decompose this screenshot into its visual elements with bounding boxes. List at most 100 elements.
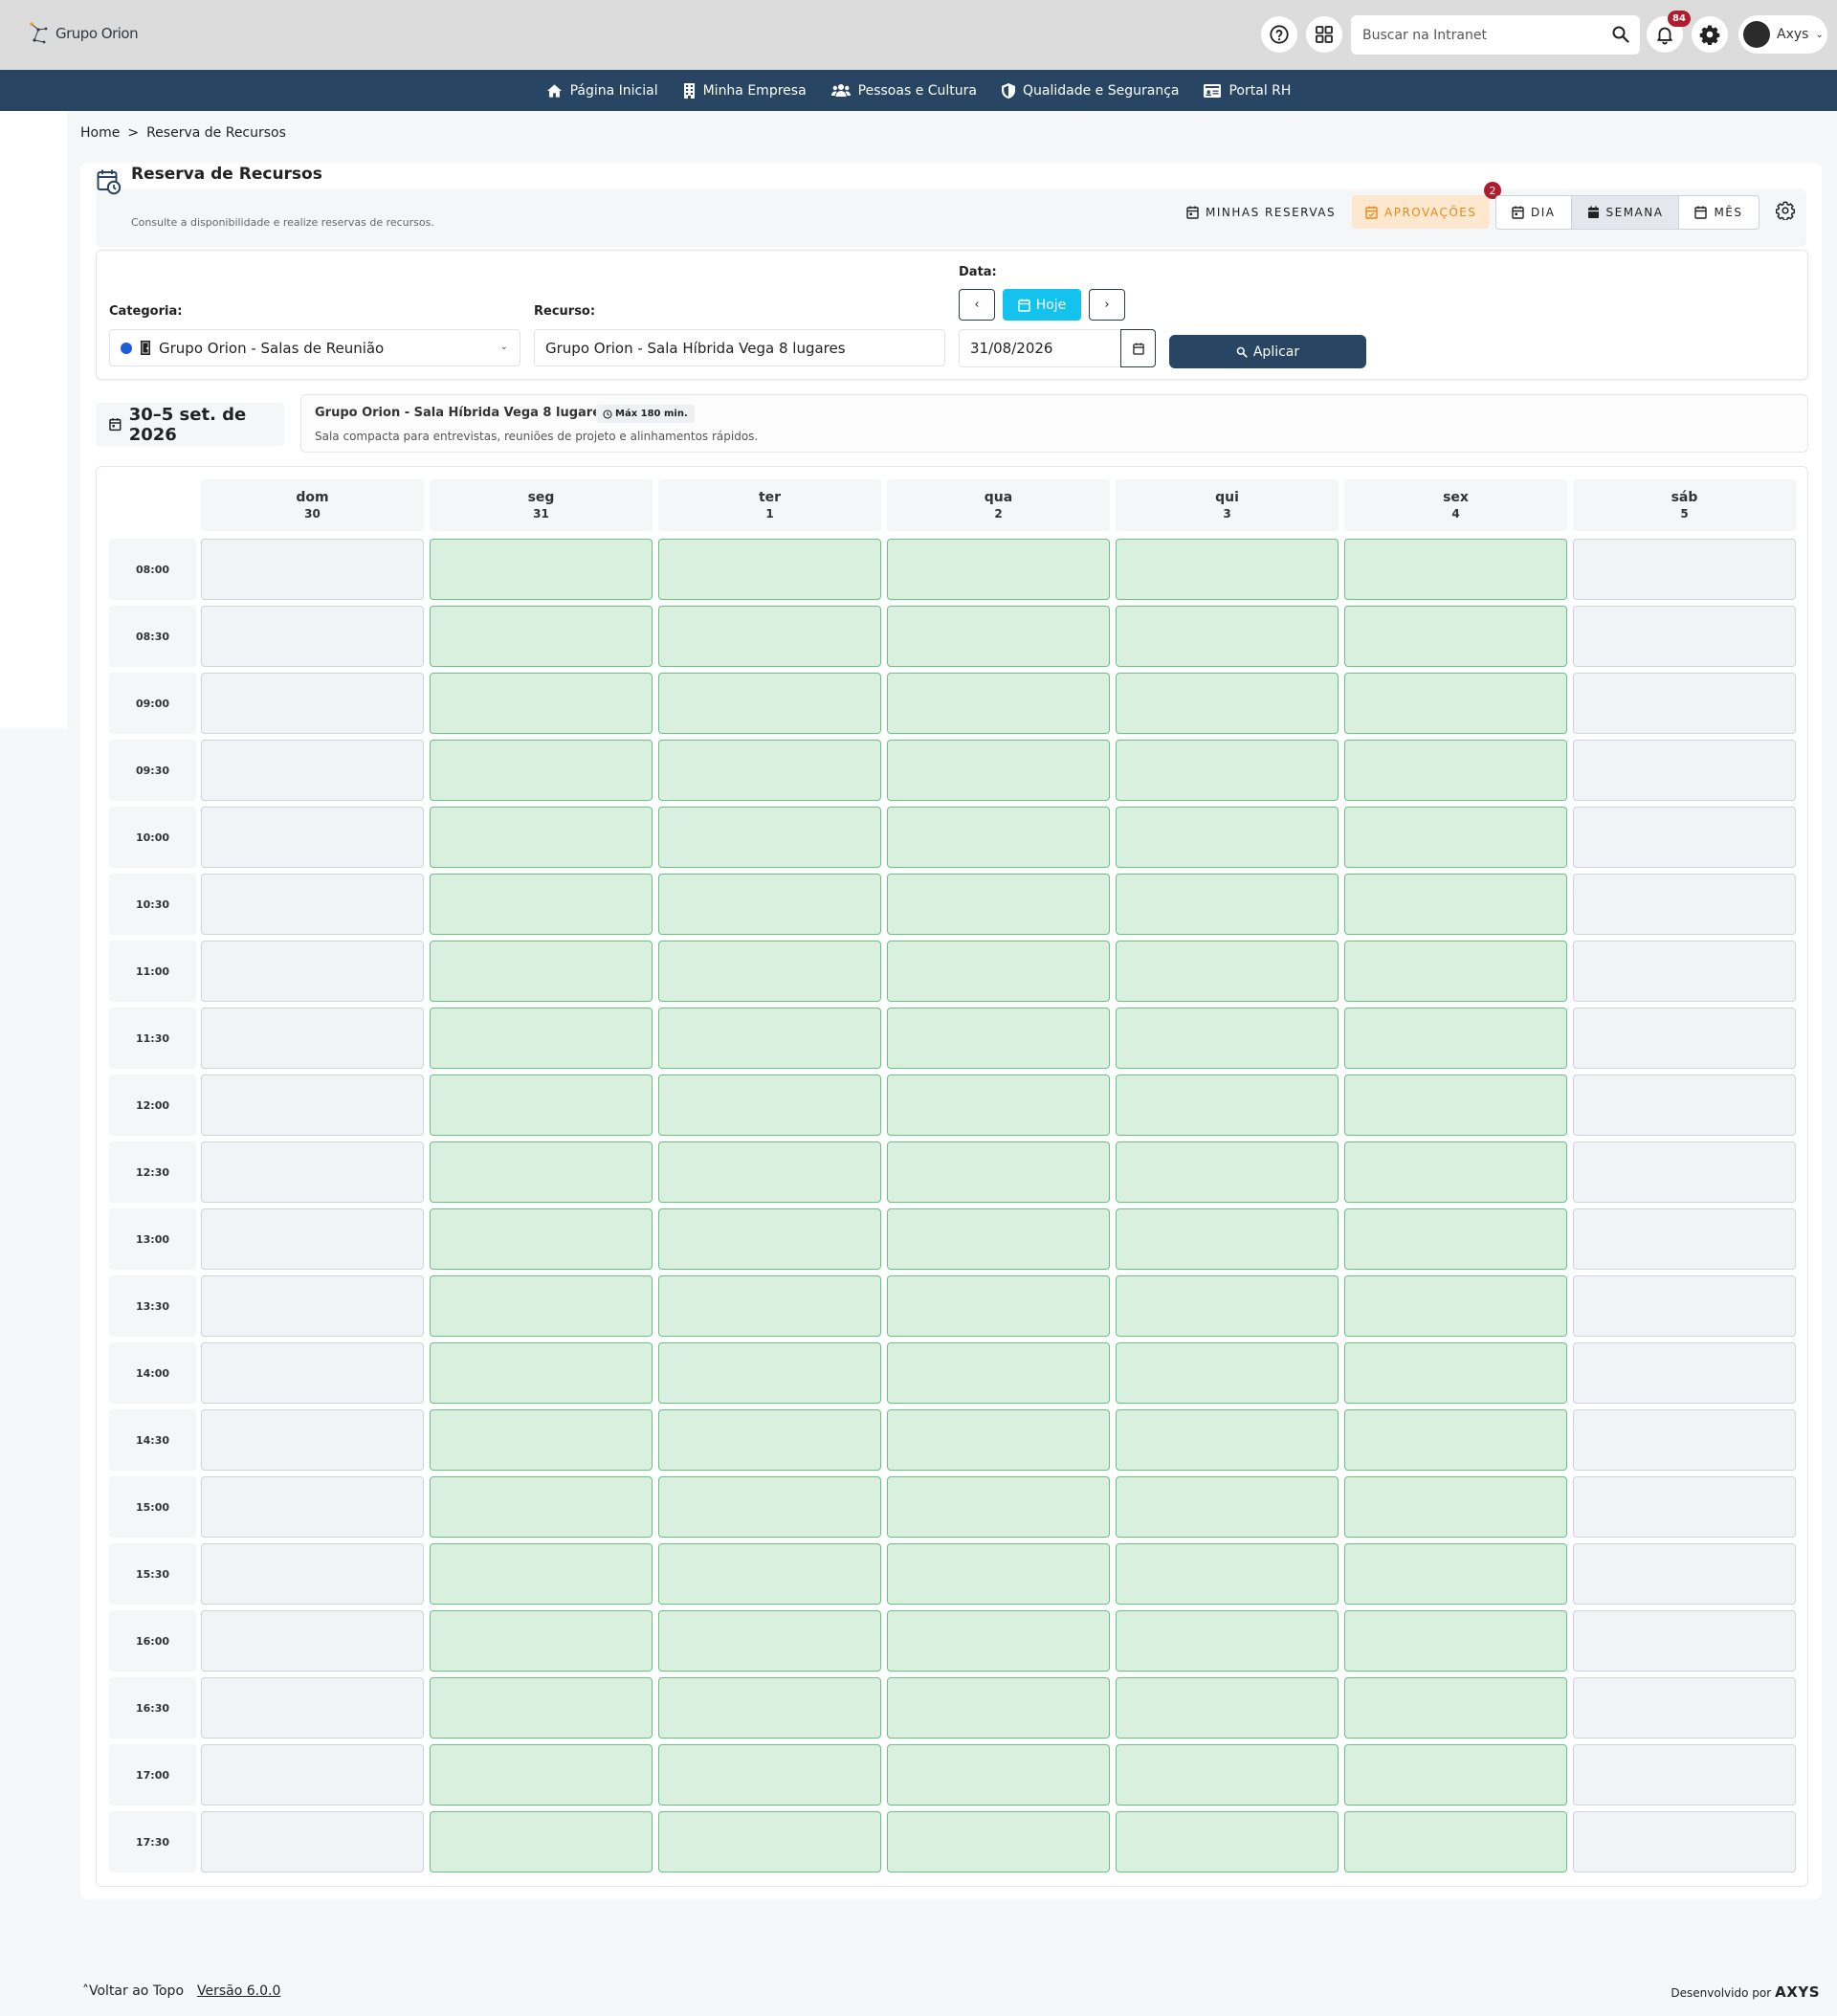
resource-select[interactable]: Grupo Orion - Sala Híbrida Vega 8 lugare… (534, 329, 945, 366)
time-slot-available[interactable] (887, 1342, 1110, 1404)
time-slot-available[interactable] (1344, 1543, 1567, 1605)
next-week-button[interactable]: › (1089, 289, 1125, 321)
time-slot-available[interactable] (887, 1275, 1110, 1337)
time-slot-available[interactable] (430, 539, 653, 600)
time-slot-available[interactable] (1116, 1476, 1339, 1538)
time-slot-available[interactable] (1116, 1008, 1339, 1069)
settings-button[interactable] (1692, 16, 1728, 53)
view-day-button[interactable]: DIA (1496, 196, 1572, 229)
time-slot-available[interactable] (430, 1342, 653, 1404)
nav-item-hr-portal[interactable]: Portal RH (1204, 83, 1291, 99)
calendar-settings-button[interactable] (1775, 201, 1796, 224)
nav-item-home[interactable]: Página Inicial (546, 83, 658, 99)
nav-item-company[interactable]: Minha Empresa (683, 82, 807, 99)
time-slot-available[interactable] (1344, 1677, 1567, 1739)
time-slot-available[interactable] (430, 807, 653, 868)
time-slot-available[interactable] (1344, 1744, 1567, 1806)
time-slot-available[interactable] (430, 673, 653, 734)
time-slot-available[interactable] (887, 1543, 1110, 1605)
time-slot-available[interactable] (887, 1008, 1110, 1069)
time-slot-available[interactable] (887, 807, 1110, 868)
time-slot-available[interactable] (1116, 1342, 1339, 1404)
view-week-button[interactable]: SEMANA (1571, 196, 1680, 229)
time-slot-available[interactable] (1116, 1409, 1339, 1471)
time-slot-available[interactable] (887, 941, 1110, 1002)
time-slot-available[interactable] (887, 1074, 1110, 1136)
time-slot-available[interactable] (1116, 941, 1339, 1002)
axys-brand[interactable]: AXYS (1775, 1983, 1820, 2001)
time-slot-available[interactable] (430, 606, 653, 667)
company-logo[interactable]: Grupo Orion (29, 21, 139, 46)
time-slot-available[interactable] (887, 606, 1110, 667)
time-slot-available[interactable] (1344, 1476, 1567, 1538)
time-slot-available[interactable] (430, 1409, 653, 1471)
user-menu[interactable]: Axys ⌄ (1738, 15, 1827, 54)
time-slot-available[interactable] (1344, 606, 1567, 667)
time-slot-available[interactable] (430, 1610, 653, 1672)
time-slot-available[interactable] (1116, 740, 1339, 801)
time-slot-available[interactable] (430, 1208, 653, 1270)
time-slot-available[interactable] (1344, 941, 1567, 1002)
time-slot-available[interactable] (1116, 673, 1339, 734)
time-slot-available[interactable] (1344, 807, 1567, 868)
time-slot-available[interactable] (430, 1275, 653, 1337)
time-slot-available[interactable] (887, 673, 1110, 734)
time-slot-available[interactable] (887, 539, 1110, 600)
time-slot-available[interactable] (430, 1008, 653, 1069)
time-slot-available[interactable] (887, 1677, 1110, 1739)
time-slot-available[interactable] (1116, 1074, 1339, 1136)
time-slot-available[interactable] (658, 539, 881, 600)
time-slot-available[interactable] (1344, 1610, 1567, 1672)
time-slot-available[interactable] (658, 673, 881, 734)
time-slot-available[interactable] (430, 941, 653, 1002)
time-slot-available[interactable] (658, 807, 881, 868)
time-slot-available[interactable] (430, 1811, 653, 1872)
time-slot-available[interactable] (430, 1543, 653, 1605)
time-slot-available[interactable] (658, 740, 881, 801)
time-slot-available[interactable] (658, 1008, 881, 1069)
time-slot-available[interactable] (430, 1476, 653, 1538)
date-picker-button[interactable] (1120, 329, 1156, 367)
time-slot-available[interactable] (887, 1744, 1110, 1806)
time-slot-available[interactable] (658, 1811, 881, 1872)
time-slot-available[interactable] (887, 1476, 1110, 1538)
time-slot-available[interactable] (430, 874, 653, 935)
time-slot-available[interactable] (430, 1074, 653, 1136)
time-slot-available[interactable] (430, 740, 653, 801)
version-link[interactable]: Versão 6.0.0 (197, 1983, 280, 1999)
time-slot-available[interactable] (658, 874, 881, 935)
nav-item-quality[interactable]: Qualidade e Segurança (1002, 82, 1179, 99)
time-slot-available[interactable] (1344, 1008, 1567, 1069)
time-slot-available[interactable] (658, 1074, 881, 1136)
time-slot-available[interactable] (1116, 1208, 1339, 1270)
time-slot-available[interactable] (430, 1677, 653, 1739)
time-slot-available[interactable] (1116, 1677, 1339, 1739)
time-slot-available[interactable] (1344, 1342, 1567, 1404)
time-slot-available[interactable] (1344, 1275, 1567, 1337)
back-to-top-link[interactable]: ˄Voltar ao Topo (82, 1983, 184, 1999)
time-slot-available[interactable] (887, 874, 1110, 935)
time-slot-available[interactable] (1344, 539, 1567, 600)
time-slot-available[interactable] (887, 1208, 1110, 1270)
my-reservations-button[interactable]: MINHAS RESERVAS (1173, 195, 1349, 229)
time-slot-available[interactable] (658, 1476, 881, 1538)
approvals-button[interactable]: APROVAÇÕES (1352, 195, 1491, 229)
time-slot-available[interactable] (1116, 807, 1339, 868)
time-slot-available[interactable] (658, 1543, 881, 1605)
time-slot-available[interactable] (1116, 874, 1339, 935)
time-slot-available[interactable] (1116, 1275, 1339, 1337)
time-slot-available[interactable] (887, 1409, 1110, 1471)
time-slot-available[interactable] (1344, 1409, 1567, 1471)
time-slot-available[interactable] (1344, 1074, 1567, 1136)
time-slot-available[interactable] (887, 1610, 1110, 1672)
time-slot-available[interactable] (1116, 1744, 1339, 1806)
time-slot-available[interactable] (430, 1744, 653, 1806)
today-button[interactable]: Hoje (1003, 289, 1081, 321)
time-slot-available[interactable] (1344, 740, 1567, 801)
time-slot-available[interactable] (430, 1141, 653, 1203)
time-slot-available[interactable] (658, 1141, 881, 1203)
time-slot-available[interactable] (1344, 1811, 1567, 1872)
time-slot-available[interactable] (658, 606, 881, 667)
search-icon[interactable] (1611, 25, 1630, 48)
time-slot-available[interactable] (1344, 1141, 1567, 1203)
